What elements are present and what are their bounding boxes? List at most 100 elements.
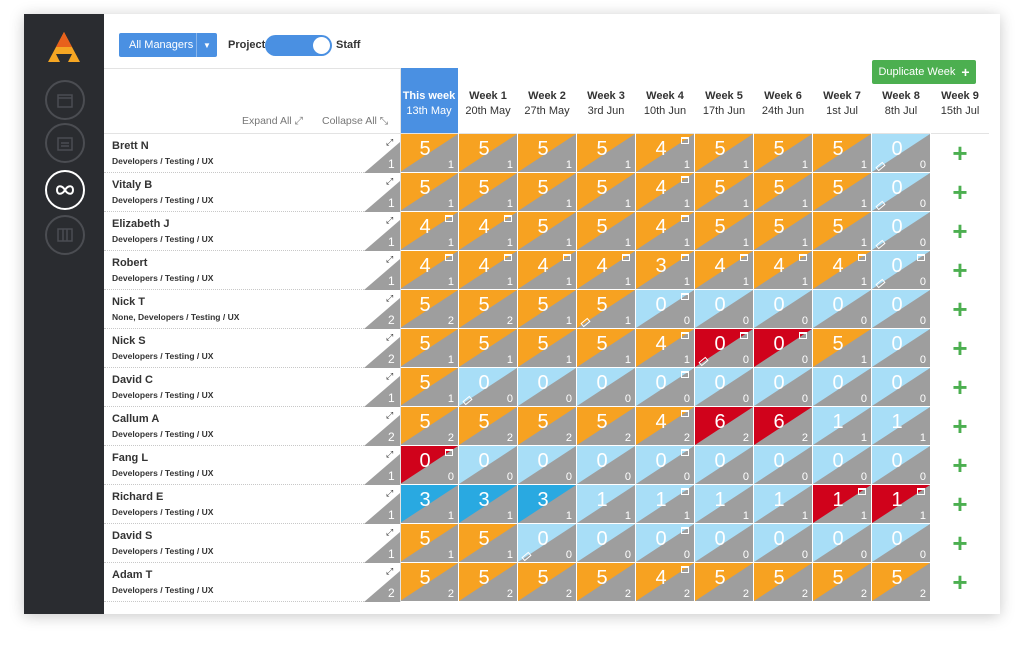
allocation-cell[interactable]: 62	[754, 407, 812, 445]
allocation-cell[interactable]: 51	[400, 134, 458, 172]
allocation-cell[interactable]: 51	[400, 329, 458, 367]
add-allocation-button[interactable]: +	[931, 446, 989, 484]
allocation-cell[interactable]: 52	[813, 563, 871, 601]
allocation-cell[interactable]: 00	[754, 368, 812, 406]
allocation-cell[interactable]: 00	[695, 446, 753, 484]
allocation-cell[interactable]: 52	[695, 563, 753, 601]
allocation-cell[interactable]: 11	[695, 485, 753, 523]
allocation-cell[interactable]: 11	[813, 407, 871, 445]
allocation-cell[interactable]: 42	[636, 563, 694, 601]
project-staff-toggle[interactable]	[265, 35, 332, 56]
allocation-cell[interactable]: 00	[872, 290, 930, 328]
allocation-cell[interactable]: 62	[695, 407, 753, 445]
allocation-cell[interactable]: 52	[577, 563, 635, 601]
allocation-cell[interactable]: 51	[459, 173, 517, 211]
allocation-cell[interactable]: 00	[872, 251, 930, 289]
expand-row-icon[interactable]: ⤢	[386, 449, 393, 460]
allocation-cell[interactable]: 51	[754, 212, 812, 250]
allocation-cell[interactable]: 41	[754, 251, 812, 289]
allocation-cell[interactable]: 51	[813, 329, 871, 367]
add-allocation-button[interactable]: +	[931, 485, 989, 523]
allocation-cell[interactable]: 52	[459, 290, 517, 328]
allocation-cell[interactable]: 51	[518, 212, 576, 250]
allocation-cell[interactable]: 00	[577, 446, 635, 484]
allocation-cell[interactable]: 52	[400, 407, 458, 445]
allocation-cell[interactable]: 41	[813, 251, 871, 289]
allocation-cell[interactable]: 00	[695, 329, 753, 367]
expand-row-icon[interactable]: ⤢	[386, 371, 393, 382]
allocation-cell[interactable]: 11	[636, 485, 694, 523]
allocation-cell[interactable]: 00	[518, 524, 576, 562]
allocation-cell[interactable]: 41	[695, 251, 753, 289]
manager-select[interactable]: All Managers ▼	[119, 33, 217, 57]
expand-row-icon[interactable]: ⤢	[386, 215, 393, 226]
allocation-cell[interactable]: 41	[459, 251, 517, 289]
allocation-cell[interactable]: 51	[754, 134, 812, 172]
allocation-cell[interactable]: 00	[695, 290, 753, 328]
allocation-cell[interactable]: 41	[636, 329, 694, 367]
expand-row-icon[interactable]: ⤢	[386, 488, 393, 499]
allocation-cell[interactable]: 00	[577, 368, 635, 406]
expand-row-icon[interactable]: ⤢	[386, 176, 393, 187]
allocation-cell[interactable]: 41	[459, 212, 517, 250]
allocation-cell[interactable]: 00	[872, 212, 930, 250]
allocation-cell[interactable]: 41	[518, 251, 576, 289]
expand-all-link[interactable]: Expand All ⤢	[242, 115, 303, 128]
allocation-cell[interactable]: 00	[636, 524, 694, 562]
allocation-cell[interactable]: 11	[813, 485, 871, 523]
add-allocation-button[interactable]: +	[931, 368, 989, 406]
allocation-cell[interactable]: 52	[872, 563, 930, 601]
add-allocation-button[interactable]: +	[931, 173, 989, 211]
schedule-nav-icon[interactable]	[45, 123, 85, 163]
allocation-cell[interactable]: 00	[872, 134, 930, 172]
allocation-cell[interactable]: 00	[636, 446, 694, 484]
allocation-cell[interactable]: 00	[813, 368, 871, 406]
allocation-cell[interactable]: 51	[577, 212, 635, 250]
allocation-cell[interactable]: 51	[813, 212, 871, 250]
allocation-cell[interactable]: 51	[813, 134, 871, 172]
allocation-cell[interactable]: 51	[577, 290, 635, 328]
allocation-cell[interactable]: 31	[636, 251, 694, 289]
allocation-cell[interactable]: 00	[518, 446, 576, 484]
allocation-cell[interactable]: 41	[400, 251, 458, 289]
allocation-cell[interactable]: 00	[872, 368, 930, 406]
allocation-cell[interactable]: 51	[518, 173, 576, 211]
allocation-cell[interactable]: 51	[400, 173, 458, 211]
allocation-cell[interactable]: 00	[636, 368, 694, 406]
expand-row-icon[interactable]: ⤢	[386, 293, 393, 304]
allocation-cell[interactable]: 51	[518, 290, 576, 328]
allocation-cell[interactable]: 11	[577, 485, 635, 523]
allocation-cell[interactable]: 00	[813, 524, 871, 562]
allocation-cell[interactable]: 00	[813, 446, 871, 484]
allocation-cell[interactable]: 52	[754, 563, 812, 601]
expand-row-icon[interactable]: ⤢	[386, 137, 393, 148]
allocation-cell[interactable]: 41	[636, 212, 694, 250]
allocation-cell[interactable]: 00	[459, 446, 517, 484]
expand-row-icon[interactable]: ⤢	[386, 254, 393, 265]
allocation-cell[interactable]: 00	[400, 446, 458, 484]
allocation-cell[interactable]: 51	[400, 524, 458, 562]
allocation-cell[interactable]: 00	[872, 173, 930, 211]
allocation-cell[interactable]: 00	[577, 524, 635, 562]
allocation-cell[interactable]: 51	[459, 524, 517, 562]
allocation-cell[interactable]: 51	[577, 173, 635, 211]
allocation-cell[interactable]: 11	[872, 485, 930, 523]
allocation-cell[interactable]: 11	[754, 485, 812, 523]
allocation-cell[interactable]: 52	[459, 407, 517, 445]
collapse-all-link[interactable]: Collapse All ⤡	[322, 115, 388, 128]
allocation-cell[interactable]: 00	[636, 290, 694, 328]
allocation-cell[interactable]: 00	[872, 446, 930, 484]
allocation-cell[interactable]: 51	[695, 212, 753, 250]
allocation-cell[interactable]: 00	[872, 329, 930, 367]
allocation-cell[interactable]: 00	[695, 368, 753, 406]
allocation-cell[interactable]: 51	[518, 329, 576, 367]
allocation-cell[interactable]: 51	[459, 134, 517, 172]
add-allocation-button[interactable]: +	[931, 251, 989, 289]
allocation-cell[interactable]: 00	[754, 524, 812, 562]
allocation-cell[interactable]: 00	[754, 290, 812, 328]
allocation-cell[interactable]: 41	[400, 212, 458, 250]
add-allocation-button[interactable]: +	[931, 524, 989, 562]
allocation-cell[interactable]: 52	[577, 407, 635, 445]
expand-row-icon[interactable]: ⤢	[386, 410, 393, 421]
allocation-cell[interactable]: 00	[695, 524, 753, 562]
